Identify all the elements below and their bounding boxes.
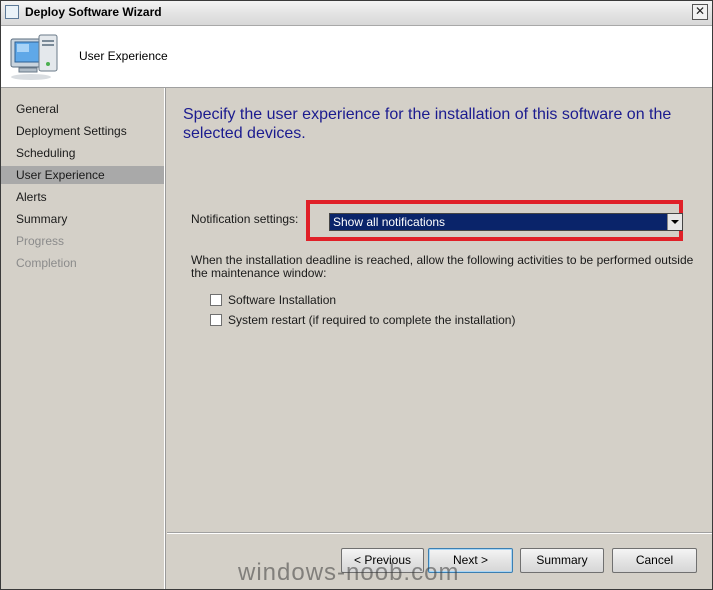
notification-settings-label: Notification settings:	[191, 212, 299, 226]
sidebar-item-deployment-settings[interactable]: Deployment Settings	[1, 122, 164, 140]
dropdown-selected-value: Show all notifications	[333, 215, 446, 229]
page-heading: Specify the user experience for the inst…	[183, 106, 672, 142]
title-bar[interactable]: Deploy Software Wizard ✕	[1, 1, 712, 26]
wizard-header: User Experience	[1, 26, 712, 88]
software-installation-checkbox[interactable]	[210, 294, 222, 306]
chevron-down-icon[interactable]	[667, 214, 682, 230]
wizard-window: Deploy Software Wizard ✕ User Experience…	[0, 0, 713, 590]
window-title: Deploy Software Wizard	[25, 5, 162, 19]
sidebar-item-user-experience[interactable]: User Experience	[1, 166, 164, 184]
notification-settings-dropdown[interactable]: Show all notifications	[329, 213, 683, 231]
sidebar-item-alerts[interactable]: Alerts	[1, 188, 164, 206]
wizard-page-content: Specify the user experience for the inst…	[167, 88, 712, 532]
sidebar-item-completion: Completion	[16, 256, 77, 270]
sidebar-item-summary[interactable]: Summary	[1, 210, 164, 228]
sidebar-item-progress: Progress	[16, 234, 65, 248]
page-title: User Experience	[79, 49, 168, 63]
deadline-description: When the installation deadline is reache…	[191, 253, 694, 280]
close-icon[interactable]: ✕	[692, 4, 708, 20]
computer-monitor-icon	[10, 34, 58, 80]
wizard-app-icon	[5, 5, 19, 19]
software-installation-label[interactable]: Software Installation	[228, 292, 336, 308]
watermark-text: windows-noob.com	[238, 559, 460, 586]
wizard-steps-nav: General Deployment Settings Scheduling U…	[1, 88, 166, 589]
sidebar-item-scheduling[interactable]: Scheduling	[1, 144, 164, 162]
summary-button[interactable]: Summary	[520, 548, 604, 573]
sidebar-item-general[interactable]: General	[1, 100, 164, 118]
system-restart-label[interactable]: System restart (if required to complete …	[228, 312, 515, 328]
system-restart-checkbox[interactable]	[210, 314, 222, 326]
cancel-button[interactable]: Cancel	[612, 548, 697, 573]
